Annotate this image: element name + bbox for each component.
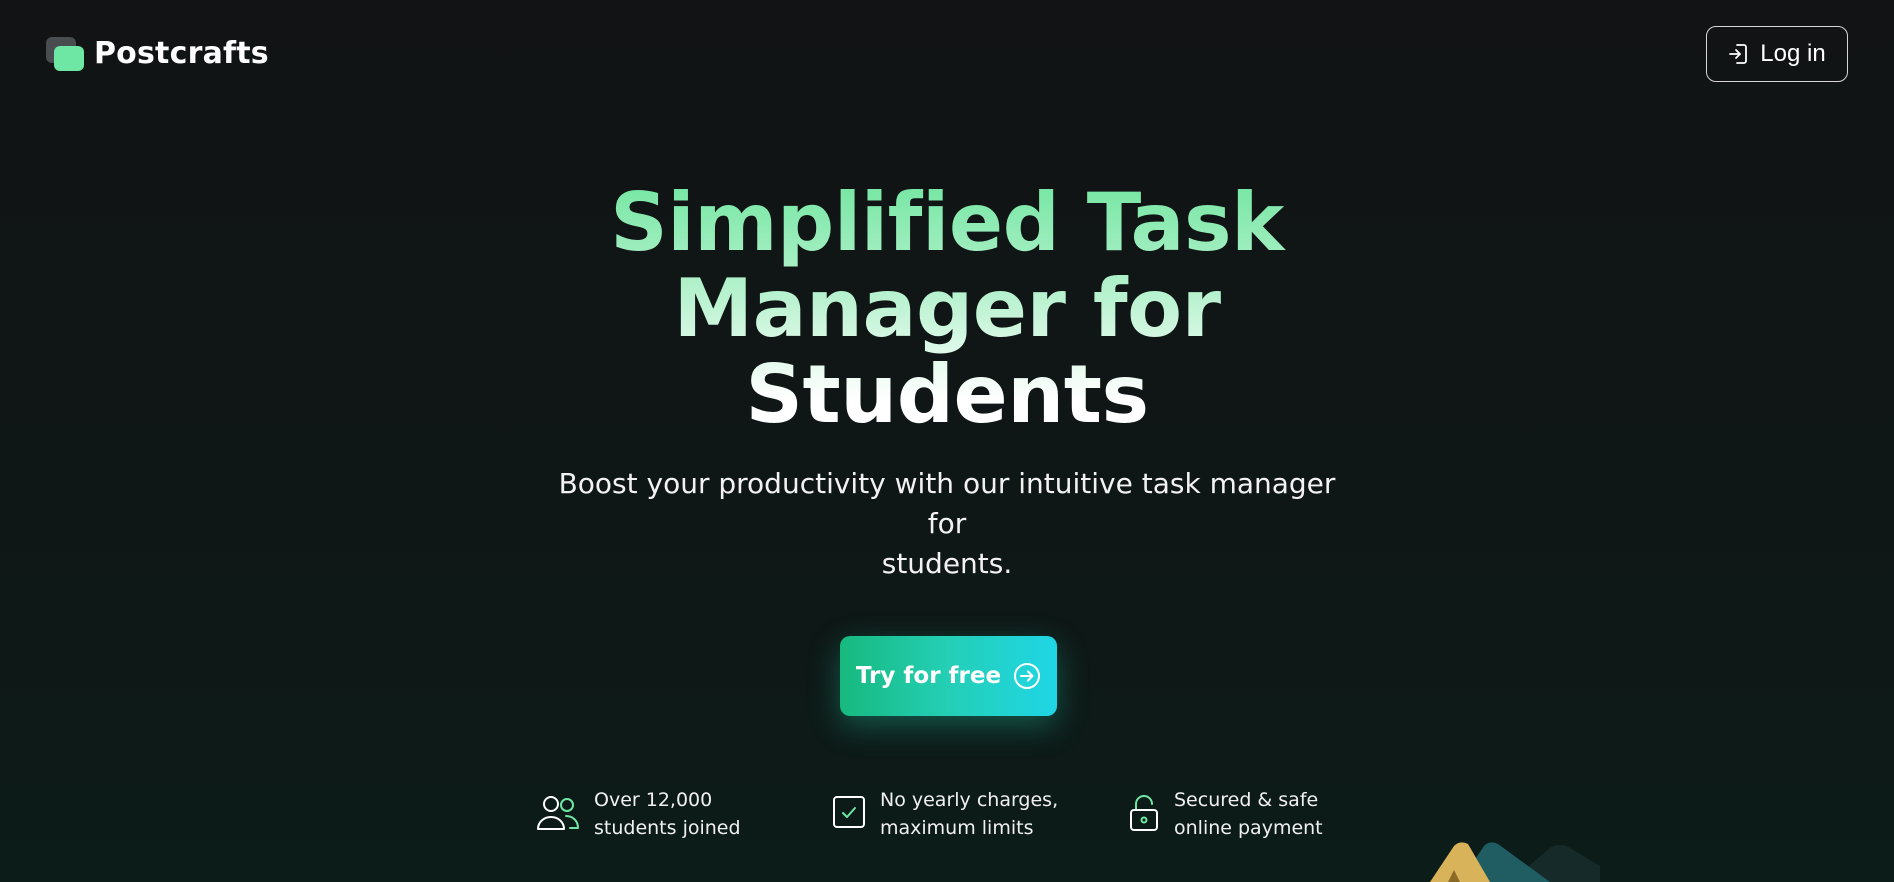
feature-charges-text: No yearly charges, maximum limits [880,786,1058,842]
login-button[interactable]: Log in [1706,26,1848,82]
hero-subtitle-line-2: students. [881,547,1013,580]
feature-charges-line-2: maximum limits [880,817,1034,839]
checkbox-icon [833,796,865,828]
feature-students-line-1: Over 12,000 [594,789,713,811]
feature-secure-payment: Secured & safe online payment [1128,786,1323,842]
try-for-free-label: Try for free [855,663,1002,689]
hero-subtitle-line-1: Boost your productivity with our intuiti… [558,467,1336,540]
brand-name: Postcrafts [94,36,269,71]
login-icon [1729,44,1748,64]
feature-payment-line-2: online payment [1174,817,1323,839]
postcrafts-logo-icon [46,36,84,71]
feature-students-text: Over 12,000 students joined [594,786,741,842]
hero-subtitle: Boost your productivity with our intuiti… [547,464,1347,584]
brand-logo[interactable]: Postcrafts [46,36,269,71]
feature-no-yearly-charges: No yearly charges, maximum limits [832,786,1058,842]
hero-title: Simplified Task Manager for Students [447,180,1447,438]
lock-icon [1130,795,1158,831]
feature-payment-text: Secured & safe online payment [1174,786,1323,842]
try-for-free-button[interactable]: Try for free [840,636,1057,716]
users-icon [537,796,579,830]
feature-students-line-2: students joined [594,817,741,839]
feature-payment-line-1: Secured & safe [1174,789,1319,811]
hero-title-line-1: Simplified Task [610,176,1284,269]
decorative-illustration [1430,842,1600,882]
feature-students-joined: Over 12,000 students joined [536,786,741,842]
login-button-label: Log in [1760,40,1826,67]
hero-title-line-3: Students [745,348,1149,441]
hero-title-line-2: Manager for [673,262,1221,355]
feature-charges-line-1: No yearly charges, [880,789,1059,811]
arrow-right-circle-icon [1014,663,1041,689]
top-bar: Postcrafts Log in [0,0,1894,110]
